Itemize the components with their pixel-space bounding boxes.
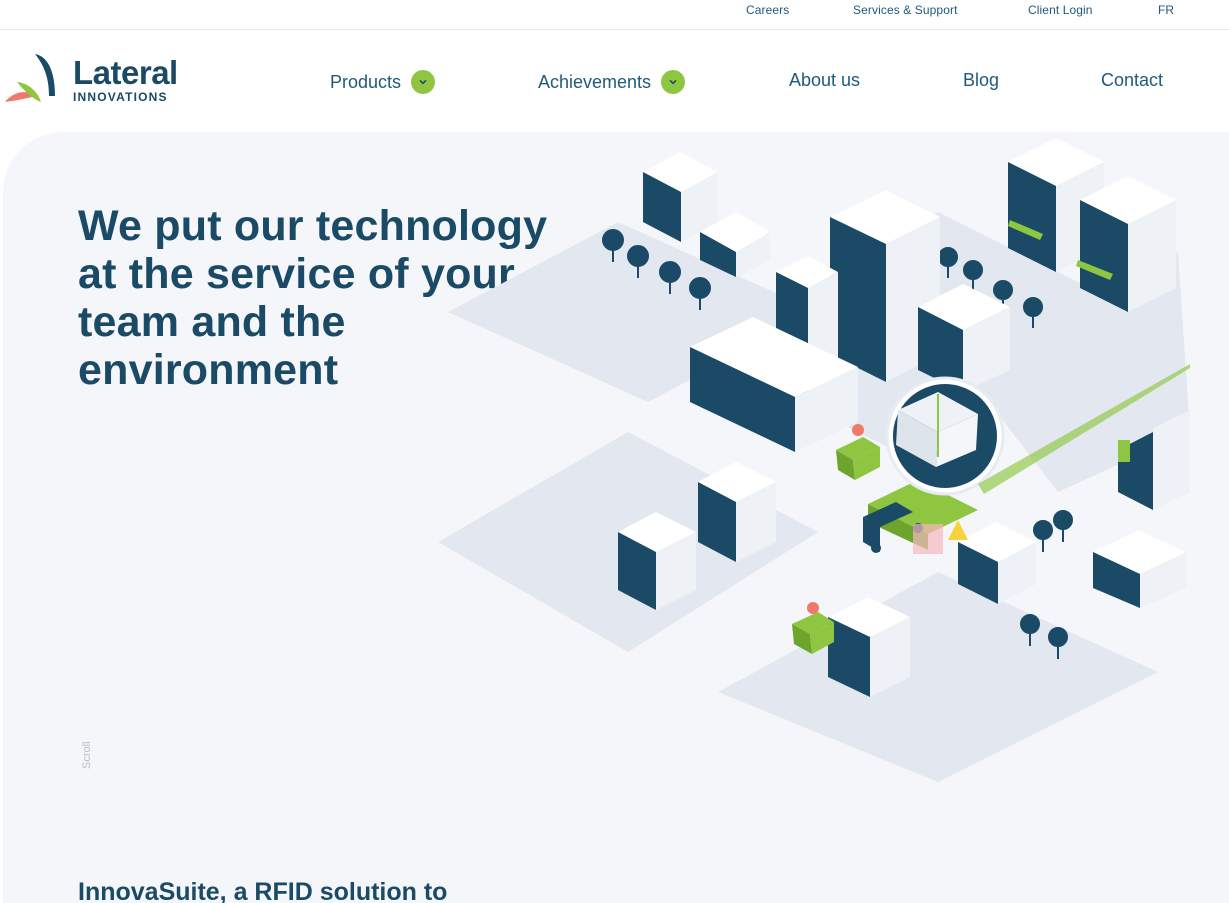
chevron-down-icon[interactable] [661,70,686,94]
brand-tagline: INNOVATIONS [73,90,168,104]
hero-section: We put our technology at the service of … [3,132,1229,903]
scroll-indicator[interactable]: Scroll [81,735,95,769]
utility-bar: Careers Services & Support Client Login … [0,0,1229,30]
nav-about[interactable]: About us [789,70,860,91]
brand-name: Lateral [73,54,178,91]
nav-products-label: Products [330,71,402,92]
nav-blog[interactable]: Blog [963,70,999,91]
services-support-link[interactable]: Services & Support [853,3,958,17]
chevron-down-icon[interactable] [411,70,436,94]
client-login-link[interactable]: Client Login [1028,3,1093,17]
nav-achievements-label: Achievements [538,71,652,92]
nav-achievements[interactable]: Achievements [538,70,686,94]
leaf-logo-icon [5,54,55,102]
brand-logo[interactable]: Lateral INNOVATIONS [3,52,188,110]
careers-link[interactable]: Careers [746,3,789,17]
section-title: InnovaSuite, a RFID solution to [78,878,448,903]
nav-products[interactable]: Products [330,70,436,94]
main-header: Lateral INNOVATIONS Products Achievement… [0,30,1229,132]
isometric-city-illustration [418,132,1190,808]
language-switch-link[interactable]: FR [1158,3,1174,17]
scroll-label: Scroll [81,741,93,769]
nav-contact[interactable]: Contact [1101,70,1163,91]
